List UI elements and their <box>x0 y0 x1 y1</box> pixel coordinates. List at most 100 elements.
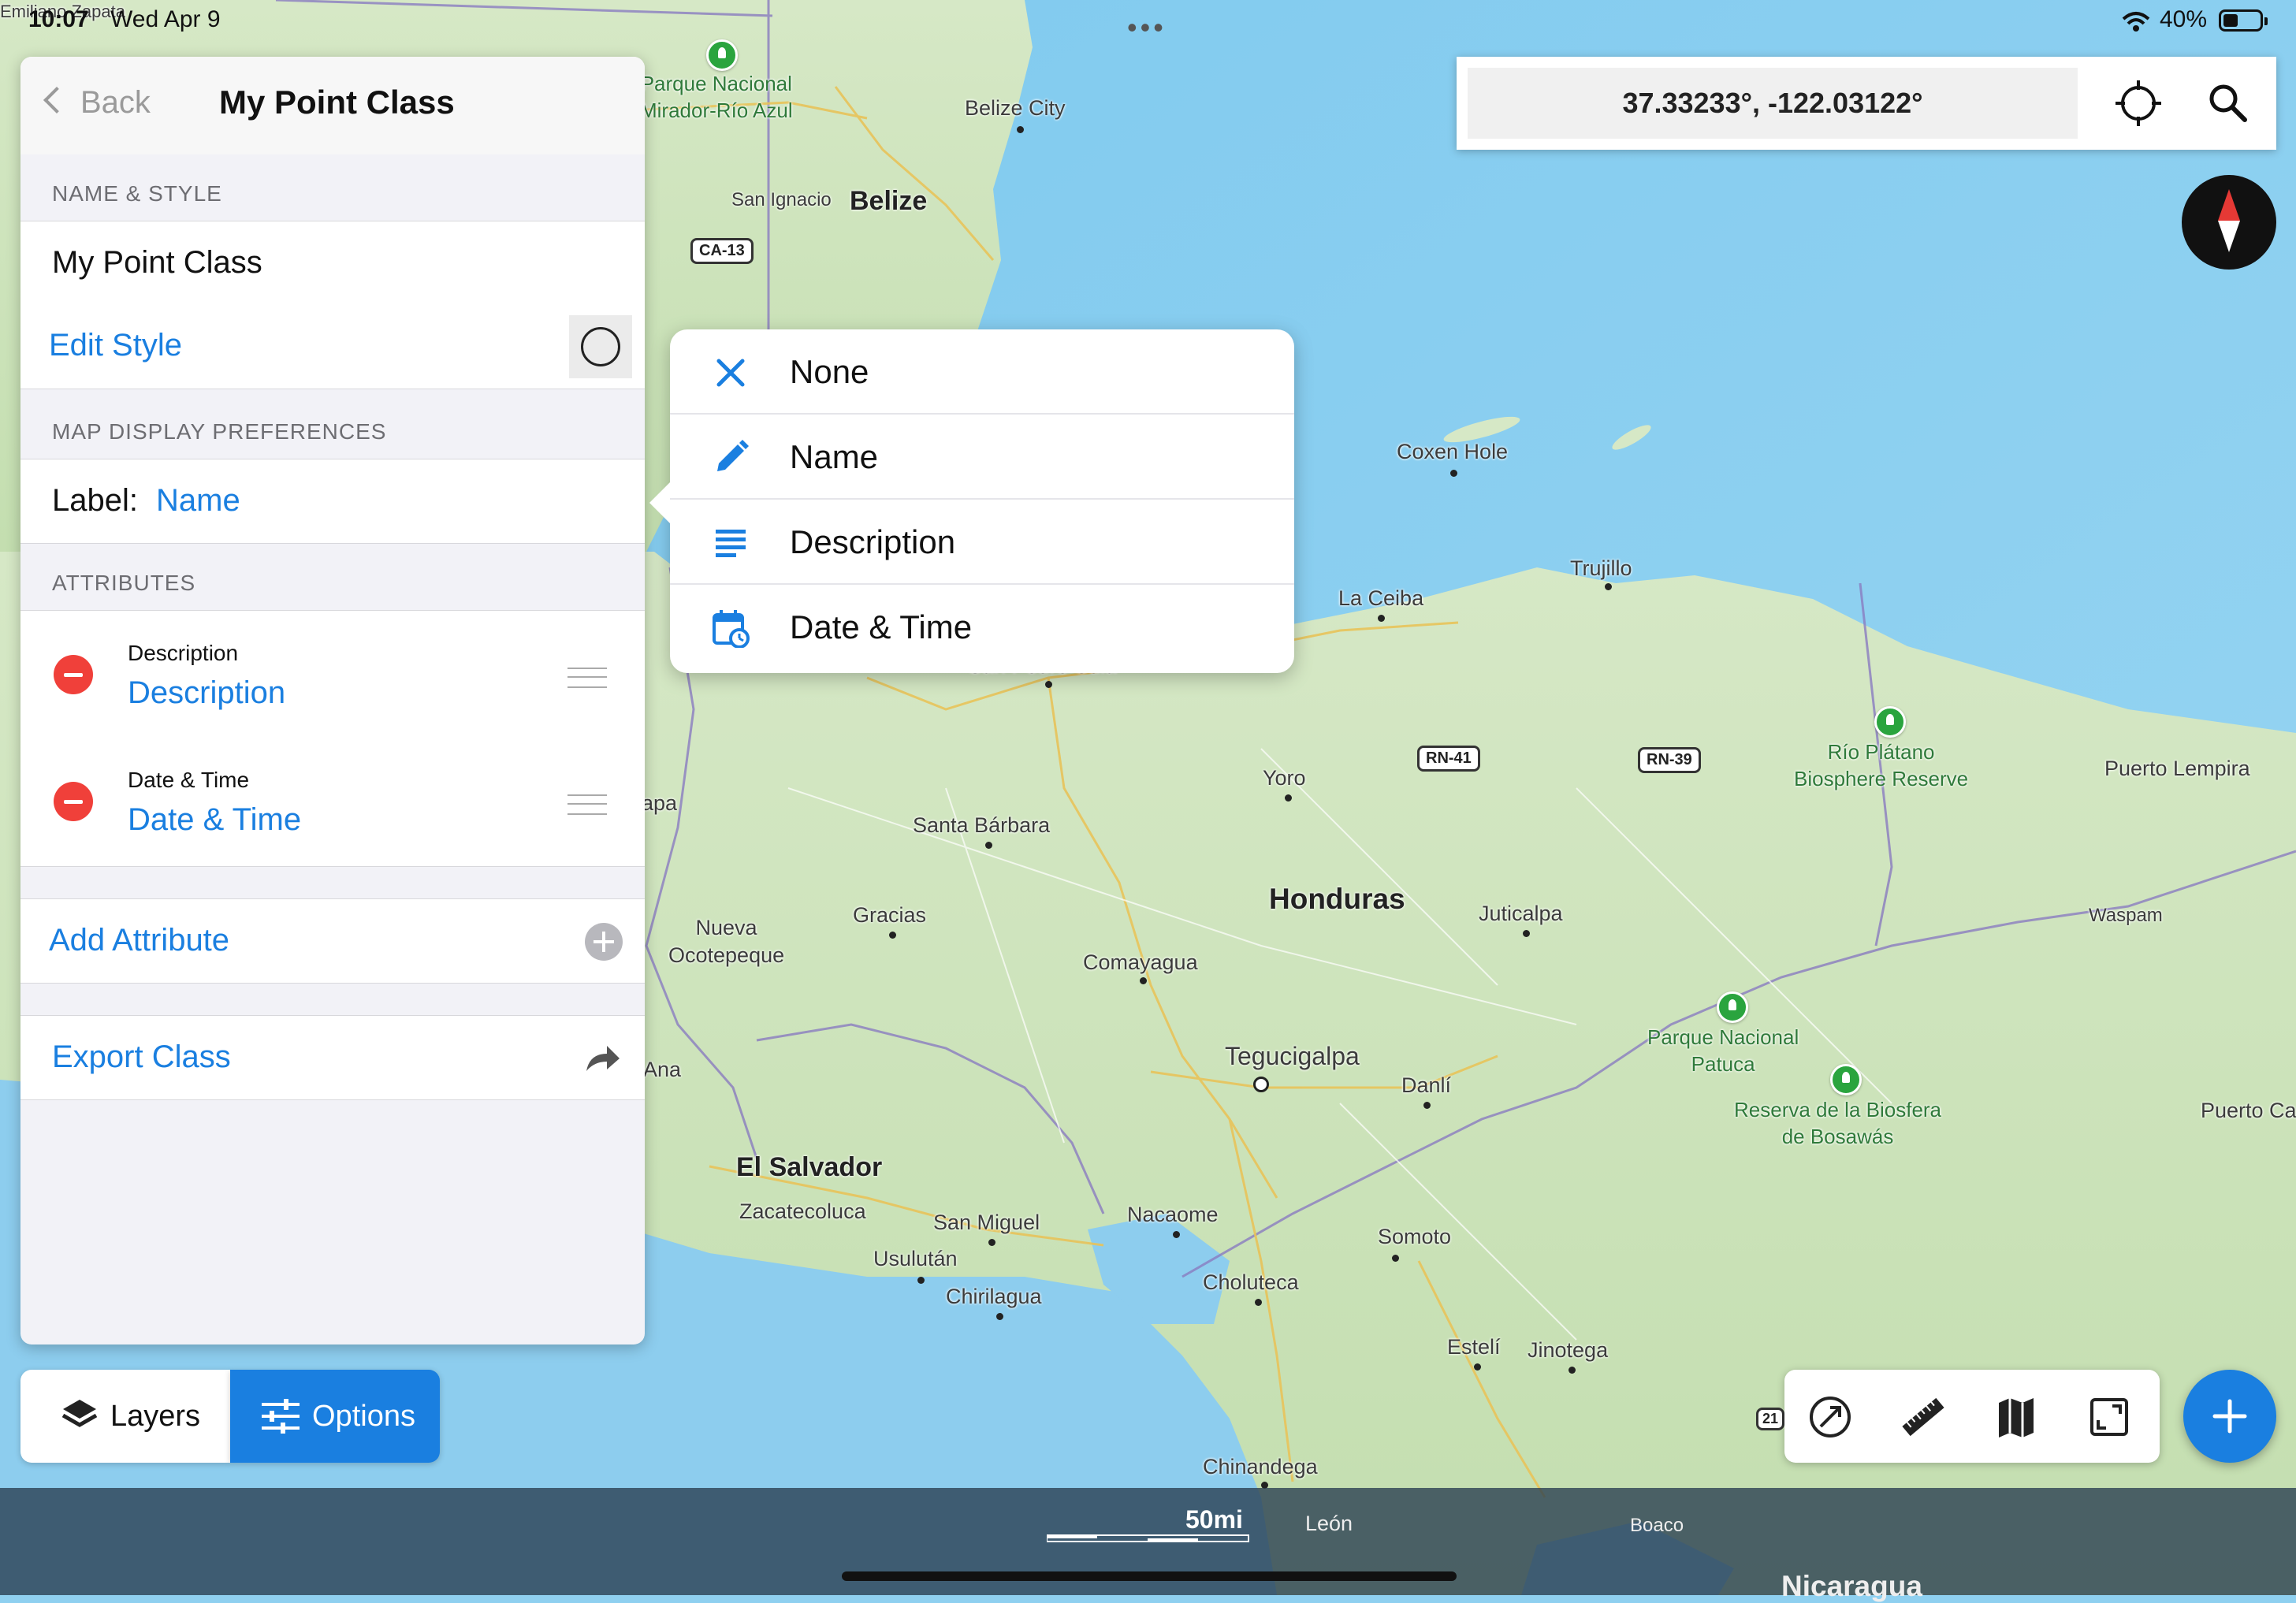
page-title: My Point Class <box>219 84 455 121</box>
share-arrow-icon[interactable] <box>583 1043 623 1074</box>
map-label: San Ignacio <box>731 189 832 210</box>
section-header-name-style: NAME & STYLE <box>52 181 222 206</box>
map-label: Reserva de la Biosfera de Bosawás <box>1734 1098 1942 1148</box>
map-label: Nacaome <box>1127 1203 1219 1226</box>
map-label: Somoto <box>1378 1225 1452 1248</box>
delete-attribute-icon[interactable] <box>54 782 93 821</box>
gps-compass-icon[interactable] <box>1807 1393 1854 1441</box>
map-label: Parque Nacional Mirador-Río Azul <box>640 72 793 122</box>
road-badge: RN-41 <box>1417 746 1480 772</box>
label-preference-row[interactable]: Label: Name <box>20 459 645 544</box>
attribute-value[interactable]: Description <box>128 675 285 711</box>
layers-label: Layers <box>110 1400 201 1433</box>
compass-button[interactable] <box>2182 175 2276 270</box>
attribute-value[interactable]: Date & Time <box>128 802 301 838</box>
wifi-icon <box>2122 12 2150 32</box>
menu-item-label: Date & Time <box>790 608 973 645</box>
chevron-left-icon <box>43 87 70 113</box>
search-icon[interactable] <box>2205 80 2251 126</box>
map-label: Río Plátano Biosphere Reserve <box>1794 740 1969 790</box>
style-preview[interactable] <box>569 315 632 378</box>
city-dot <box>1285 794 1292 802</box>
locate-crosshair-icon[interactable] <box>2114 79 2163 128</box>
city-dot <box>1605 583 1612 590</box>
export-class-button[interactable]: Export Class <box>52 1040 231 1075</box>
map-label: Usulután <box>873 1247 958 1270</box>
label-options-popover: None Name Description Date & Time <box>649 329 1294 673</box>
compass-icon <box>2218 189 2240 252</box>
circle-symbol-icon <box>581 327 620 366</box>
city-dot <box>1173 1231 1180 1238</box>
menu-item-description[interactable]: Description <box>670 500 1294 585</box>
multitasking-dots-icon[interactable]: ••• <box>1127 11 1167 44</box>
city-dot <box>1423 1102 1431 1109</box>
battery-percentage: 40% <box>2160 6 2208 32</box>
attribute-row[interactable]: Date & Time Date & Time <box>20 738 645 867</box>
class-name-row[interactable]: My Point Class <box>20 221 645 306</box>
map-icon[interactable] <box>1993 1393 2040 1441</box>
edit-style-row[interactable]: Edit Style <box>20 304 645 389</box>
map-label: Yoro <box>1263 766 1306 790</box>
section-header-attributes: ATTRIBUTES <box>52 571 196 595</box>
map-label: Estelí <box>1447 1335 1501 1359</box>
park-pin-icon[interactable] <box>1830 1064 1862 1095</box>
calendar-clock-icon <box>713 610 750 648</box>
city-dot <box>1378 615 1385 622</box>
map-label: Comayagua <box>1083 950 1198 974</box>
map-label: Nicaragua <box>1781 1570 1922 1602</box>
map-label: Belize <box>850 186 928 216</box>
battery-icon <box>2219 9 2268 32</box>
add-attribute-row[interactable]: Add Attribute <box>20 898 645 984</box>
search-bar <box>1457 57 2276 150</box>
home-indicator[interactable] <box>842 1571 1457 1581</box>
map-label: Trujillo <box>1570 556 1632 580</box>
scale-bar-icon <box>1047 1534 1249 1542</box>
city-dot <box>1474 1363 1481 1371</box>
frame-select-icon[interactable] <box>2086 1393 2133 1441</box>
park-pin-icon[interactable] <box>706 39 738 71</box>
export-class-row[interactable]: Export Class <box>20 1015 645 1100</box>
road-badge: RN-39 <box>1638 747 1701 773</box>
coordinate-search-input[interactable] <box>1468 68 2078 139</box>
map-label: Jinotega <box>1528 1338 1609 1362</box>
popover-arrow <box>649 481 672 525</box>
status-bar: 10:07 Wed Apr 9 ••• 40% <box>0 0 2296 44</box>
layers-button[interactable]: Layers <box>20 1370 230 1463</box>
label-key: Label: <box>52 483 138 518</box>
close-icon <box>716 359 745 387</box>
reorder-handle-icon[interactable] <box>567 794 607 815</box>
attribute-row[interactable]: Description Description <box>20 610 645 739</box>
layers-icon <box>61 1400 98 1427</box>
section-header-map-display: MAP DISPLAY PREFERENCES <box>52 419 387 444</box>
back-button[interactable]: Back <box>43 85 151 121</box>
menu-item-none[interactable]: None <box>670 329 1294 415</box>
edit-style-link[interactable]: Edit Style <box>49 328 182 363</box>
city-dot <box>1140 977 1147 984</box>
map-label: León <box>1305 1512 1353 1535</box>
menu-item-date-time[interactable]: Date & Time <box>670 585 1294 670</box>
city-dot <box>985 842 992 849</box>
add-attribute-button[interactable]: Add Attribute <box>49 923 229 958</box>
road-badge: 21 <box>1756 1408 1785 1430</box>
add-feature-button[interactable] <box>2183 1370 2276 1463</box>
map-label: Juticalpa <box>1479 902 1563 925</box>
map-label: Waspam <box>2089 905 2163 926</box>
delete-attribute-icon[interactable] <box>54 655 93 694</box>
menu-item-name[interactable]: Name <box>670 415 1294 500</box>
attribute-caption: Description <box>128 641 239 665</box>
city-dot <box>1523 930 1530 937</box>
park-pin-icon[interactable] <box>1874 706 1906 738</box>
map-label: Santa Bárbara <box>913 813 1051 837</box>
attribute-caption: Date & Time <box>128 768 250 792</box>
sliders-icon <box>262 1399 300 1434</box>
add-circle-icon[interactable] <box>585 923 623 961</box>
options-button[interactable]: Options <box>230 1370 440 1463</box>
class-name-field[interactable]: My Point Class <box>52 245 262 281</box>
map-label: Gracias <box>853 903 927 927</box>
ruler-icon[interactable] <box>1900 1393 1947 1441</box>
reorder-handle-icon[interactable] <box>567 668 607 688</box>
label-value[interactable]: Name <box>156 483 240 519</box>
map-label: Chirilagua <box>946 1285 1042 1308</box>
menu-item-label: Name <box>790 438 879 475</box>
park-pin-icon[interactable] <box>1717 991 1748 1023</box>
